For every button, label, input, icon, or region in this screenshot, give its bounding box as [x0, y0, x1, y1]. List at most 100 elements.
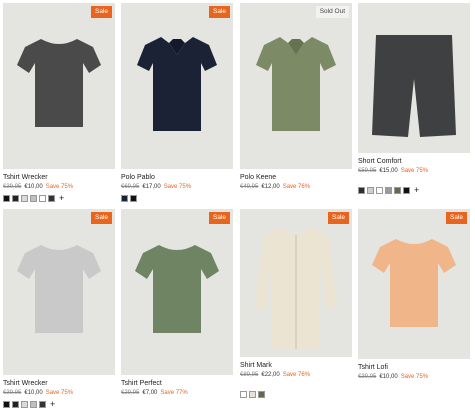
shirt-image: [254, 227, 338, 349]
price-row: €29,95 €7,00 Save 77%: [121, 390, 233, 396]
original-price: €39,95: [358, 374, 377, 380]
original-price: €49,95: [240, 184, 259, 190]
product-image[interactable]: [358, 3, 470, 153]
product-name[interactable]: Tshirt Wrecker: [3, 174, 115, 181]
sale-price: €15,00: [379, 168, 398, 174]
original-price: €69,95: [121, 184, 140, 190]
color-swatch[interactable]: [394, 186, 401, 194]
color-swatch[interactable]: [12, 400, 19, 408]
price-row: €89,95 €22,00 Save 76%: [240, 372, 352, 378]
price-row: €49,95 €12,00 Save 76%: [240, 184, 352, 190]
tshirt-image: [17, 39, 101, 127]
original-price: €39,95: [3, 390, 22, 396]
color-swatch[interactable]: [367, 186, 374, 194]
sale-badge: Sale: [90, 6, 112, 18]
more-colors-button[interactable]: +: [59, 193, 64, 202]
color-swatch[interactable]: [249, 390, 256, 398]
sale-price: €7,00: [142, 390, 158, 396]
color-swatches: +: [358, 185, 470, 194]
product-image[interactable]: Sale: [3, 3, 115, 169]
product-name[interactable]: Polo Keene: [240, 174, 352, 181]
color-swatches: [240, 194, 352, 202]
color-swatches: +: [3, 193, 115, 202]
save-label: Save 75%: [45, 390, 74, 396]
product-name[interactable]: Polo Pablo: [121, 174, 233, 181]
save-label: Save 76%: [282, 184, 311, 190]
more-colors-button[interactable]: +: [414, 185, 419, 194]
color-swatch[interactable]: [240, 390, 247, 398]
product-name[interactable]: Shirt Mark: [240, 362, 352, 369]
sale-badge: Sale: [208, 6, 230, 18]
product-image[interactable]: Sale: [121, 3, 233, 169]
polo-image: [256, 37, 336, 131]
sale-badge: Sale: [90, 212, 112, 224]
save-label: Save 75%: [45, 184, 74, 190]
color-swatch[interactable]: [121, 194, 128, 202]
sold-out-badge: Sold Out: [315, 6, 349, 18]
shorts-image: [372, 35, 456, 137]
color-swatch[interactable]: [258, 390, 265, 398]
original-price: €89,95: [240, 372, 259, 378]
product-image[interactable]: Sold Out: [240, 3, 352, 169]
sale-badge: Sale: [445, 212, 467, 224]
sale-badge: Sale: [327, 212, 349, 224]
price-row: €39,95 €10,00 Save 75%: [358, 374, 470, 380]
product-name[interactable]: Tshirt Lofi: [358, 364, 470, 371]
product-name[interactable]: Short Comfort: [358, 158, 470, 165]
color-swatches: [240, 390, 352, 398]
product-image[interactable]: Sale: [3, 209, 115, 375]
color-swatch[interactable]: [39, 400, 46, 408]
color-swatch[interactable]: [130, 194, 137, 202]
original-price: €39,95: [3, 184, 22, 190]
product-card[interactable]: Short Comfort €59,95 €15,00 Save 75% +: [358, 3, 470, 194]
tshirt-image: [372, 239, 456, 327]
color-swatch[interactable]: [403, 186, 410, 194]
color-swatch[interactable]: [21, 400, 28, 408]
sale-price: €10,00: [24, 184, 43, 190]
color-swatch[interactable]: [376, 186, 383, 194]
original-price: €59,95: [358, 168, 377, 174]
color-swatches: [358, 384, 470, 392]
color-swatch[interactable]: [21, 194, 28, 202]
product-card[interactable]: Sale Tshirt Perfect €29,95 €7,00 Save 77%: [121, 209, 233, 408]
product-name[interactable]: Tshirt Perfect: [121, 380, 233, 387]
price-row: €39,95 €10,00 Save 75%: [3, 390, 115, 396]
color-swatch[interactable]: [3, 400, 10, 408]
color-swatch[interactable]: [48, 194, 55, 202]
price-row: €39,95 €10,00 Save 75%: [3, 184, 115, 190]
sale-price: €10,00: [379, 374, 398, 380]
color-swatches: [121, 194, 233, 202]
color-swatch[interactable]: [30, 194, 37, 202]
product-card[interactable]: Sale Polo Pablo €69,95 €17,00 Save 75%: [121, 3, 233, 202]
sale-price: €10,00: [24, 390, 43, 396]
product-card[interactable]: Sale Shirt Mark €89,95 €22,00 Save 76%: [240, 209, 352, 398]
color-swatch[interactable]: [39, 194, 46, 202]
color-swatches: [121, 400, 233, 408]
product-card[interactable]: Sale Tshirt Lofi €39,95 €10,00 Save 75%: [358, 209, 470, 392]
save-label: Save 75%: [400, 374, 429, 380]
product-image[interactable]: Sale: [121, 209, 233, 375]
save-label: Save 75%: [400, 168, 429, 174]
color-swatch[interactable]: [3, 194, 10, 202]
save-label: Save 77%: [160, 390, 188, 396]
product-image[interactable]: Sale: [240, 209, 352, 357]
color-swatches: +: [3, 399, 115, 408]
color-swatch[interactable]: [358, 186, 365, 194]
more-colors-button[interactable]: +: [50, 399, 55, 408]
price-row: €59,95 €15,00 Save 75%: [358, 168, 470, 174]
tshirt-image: [17, 245, 101, 333]
polo-image: [137, 37, 217, 131]
sale-price: €17,00: [142, 184, 161, 190]
product-card[interactable]: Sale Tshirt Wrecker €39,95 €10,00 Save 75%…: [3, 3, 115, 202]
sale-badge: Sale: [208, 212, 230, 224]
color-swatch[interactable]: [385, 186, 392, 194]
product-name[interactable]: Tshirt Wrecker: [3, 380, 115, 387]
color-swatch[interactable]: [30, 400, 37, 408]
product-card[interactable]: Sold Out Polo Keene €49,95 €12,00 Save 76%: [240, 3, 352, 202]
color-swatch[interactable]: [12, 194, 19, 202]
price-row: €69,95 €17,00 Save 75%: [121, 184, 233, 190]
save-label: Save 76%: [282, 372, 311, 378]
original-price: €29,95: [121, 390, 140, 396]
product-card[interactable]: Sale Tshirt Wrecker €39,95 €10,00 Save 75%…: [3, 209, 115, 408]
product-image[interactable]: Sale: [358, 209, 470, 359]
